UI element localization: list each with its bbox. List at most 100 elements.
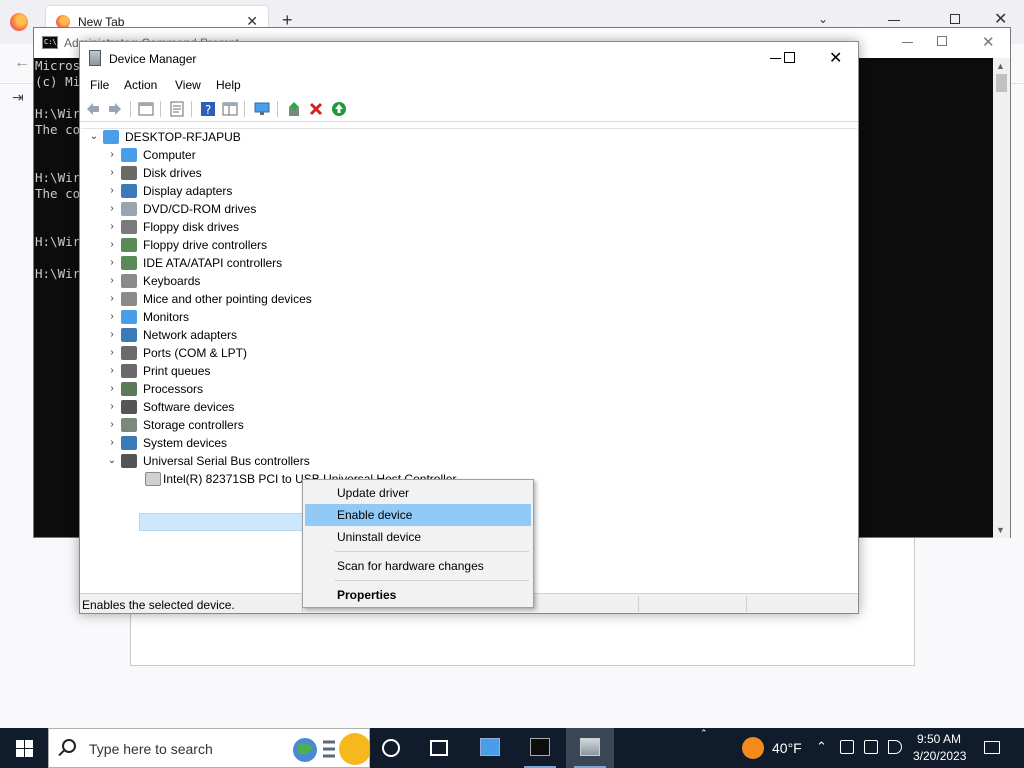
properties-sheet-icon[interactable] — [169, 101, 185, 117]
network-tray-icon[interactable] — [864, 740, 878, 754]
cmd-scroll-up-icon[interactable]: ▲ — [996, 61, 1005, 71]
ctx-scan-hardware[interactable]: Scan for hardware changes — [305, 555, 531, 577]
chevron-right-icon[interactable]: › — [107, 275, 117, 287]
taskbar-app-device-manager[interactable] — [566, 728, 614, 768]
ctx-update-driver[interactable]: Update driver — [305, 482, 531, 504]
cmd-scrollbar[interactable]: ▲ ▼ — [993, 58, 1010, 538]
toolbar-separator — [244, 101, 245, 117]
tree-category-label: Computer — [143, 148, 196, 162]
menu-view[interactable]: View — [175, 78, 201, 92]
firefox-minimize-button[interactable] — [888, 20, 900, 21]
dm-title-bar[interactable]: Device Manager ✕ — [80, 42, 858, 74]
chevron-right-icon[interactable]: › — [107, 365, 117, 377]
ctx-enable-device[interactable]: Enable device — [305, 504, 531, 526]
chevron-right-icon[interactable]: › — [107, 401, 117, 413]
uninstall-red-x-icon[interactable] — [308, 101, 324, 117]
update-driver-icon[interactable] — [286, 101, 302, 117]
usb-warning-device-icon — [145, 472, 161, 486]
toolbar-separator — [191, 101, 192, 117]
scan-hardware-monitor-icon[interactable] — [254, 101, 270, 117]
ctx-separator — [335, 551, 529, 552]
firefox-back-icon[interactable]: ← — [14, 54, 30, 72]
device-category-icon — [121, 274, 137, 288]
tree-category-label: IDE ATA/ATAPI controllers — [143, 256, 283, 270]
firefox-signin-icon[interactable]: ⇥ — [12, 89, 24, 106]
chevron-right-icon[interactable]: › — [107, 257, 117, 269]
enable-device-green-arrow-icon[interactable] — [331, 101, 347, 117]
chevron-right-icon[interactable]: › — [107, 437, 117, 449]
dm-menu-bar: File Action View Help — [80, 74, 858, 96]
cmd-minimize-button[interactable] — [902, 42, 913, 43]
device-category-icon — [121, 382, 137, 396]
chevron-right-icon[interactable]: › — [107, 419, 117, 431]
context-menu: Update driver Enable device Uninstall de… — [302, 479, 534, 608]
clock-date[interactable]: 3/20/2023 — [913, 749, 966, 763]
chevron-right-icon[interactable]: › — [107, 347, 117, 359]
taskbar-app-command-prompt[interactable] — [516, 728, 564, 768]
tree-category-label: Universal Serial Bus controllers — [143, 454, 310, 468]
tree-category-label: DVD/CD-ROM drives — [143, 202, 257, 216]
cmd-close-button[interactable]: ✕ — [982, 33, 995, 51]
weather-sun-icon[interactable] — [742, 737, 764, 759]
help-icon[interactable]: ? — [200, 101, 216, 117]
dm-maximize-button[interactable] — [784, 52, 795, 63]
toolbar-separator — [277, 101, 278, 117]
chevron-down-icon[interactable]: ⌄ — [89, 131, 99, 143]
ctx-uninstall-device[interactable]: Uninstall device — [305, 526, 531, 548]
task-view-icon[interactable] — [430, 740, 448, 756]
taskbar-scroll-chevron-icon[interactable]: ⌃ — [700, 728, 714, 768]
chevron-right-icon[interactable]: › — [107, 203, 117, 215]
taskbar-app-control-panel[interactable] — [466, 728, 514, 768]
firefox-logo-icon[interactable] — [10, 13, 28, 31]
cmd-scroll-down-icon[interactable]: ▼ — [996, 525, 1005, 535]
show-hidden-icons-icon[interactable]: ⌃ — [816, 739, 827, 755]
start-button[interactable] — [0, 728, 48, 768]
view-pane-icon[interactable] — [222, 101, 238, 117]
device-category-icon — [121, 166, 137, 180]
device-category-icon — [121, 220, 137, 234]
chevron-down-icon[interactable]: ⌄ — [107, 455, 117, 467]
taskbar-search-box[interactable]: Type here to search — [48, 728, 370, 768]
tree-category-label: System devices — [143, 436, 228, 450]
control-panel-icon — [480, 738, 500, 756]
device-category-icon — [121, 400, 137, 414]
chevron-right-icon[interactable]: › — [107, 293, 117, 305]
show-hide-console-tree-icon[interactable] — [138, 101, 154, 117]
device-manager-icon — [580, 738, 600, 756]
volume-muted-icon[interactable] — [888, 740, 902, 754]
device-category-icon — [121, 454, 137, 468]
dm-minimize-button[interactable] — [770, 58, 781, 59]
search-highlight-globe-icon[interactable] — [293, 732, 369, 766]
chevron-right-icon[interactable]: › — [107, 167, 117, 179]
search-icon — [62, 739, 76, 753]
menu-help[interactable]: Help — [216, 78, 241, 92]
firefox-maximize-button[interactable] — [950, 14, 960, 24]
chevron-right-icon[interactable]: › — [107, 311, 117, 323]
tree-category-label: Display adapters — [143, 184, 233, 198]
notification-center-icon[interactable] — [984, 741, 1000, 754]
firefox-close-button[interactable]: ✕ — [994, 9, 1007, 29]
chevron-right-icon[interactable]: › — [107, 329, 117, 341]
cmd-maximize-button[interactable] — [937, 36, 947, 46]
chevron-right-icon[interactable]: › — [107, 383, 117, 395]
webcam-tray-icon[interactable] — [840, 740, 854, 754]
cortana-circle-icon[interactable] — [382, 739, 400, 757]
computer-icon — [103, 130, 119, 144]
forward-arrow-icon[interactable] — [107, 101, 123, 117]
chevron-right-icon[interactable]: › — [107, 149, 117, 161]
ctx-properties[interactable]: Properties — [305, 584, 531, 606]
back-arrow-icon[interactable] — [85, 101, 101, 117]
chevron-right-icon[interactable]: › — [107, 221, 117, 233]
ctx-separator — [335, 580, 529, 581]
menu-action[interactable]: Action — [124, 78, 157, 92]
weather-temperature[interactable]: 40°F — [772, 740, 802, 756]
chevron-right-icon[interactable]: › — [107, 239, 117, 251]
device-category-icon — [121, 364, 137, 378]
cmd-scroll-thumb[interactable] — [996, 74, 1007, 92]
clock-time[interactable]: 9:50 AM — [917, 732, 961, 746]
menu-file[interactable]: File — [90, 78, 109, 92]
firefox-list-tabs-icon[interactable]: ⌄ — [818, 12, 828, 26]
chevron-right-icon[interactable]: › — [107, 185, 117, 197]
svg-text:?: ? — [205, 103, 211, 117]
dm-close-button[interactable]: ✕ — [829, 48, 842, 68]
